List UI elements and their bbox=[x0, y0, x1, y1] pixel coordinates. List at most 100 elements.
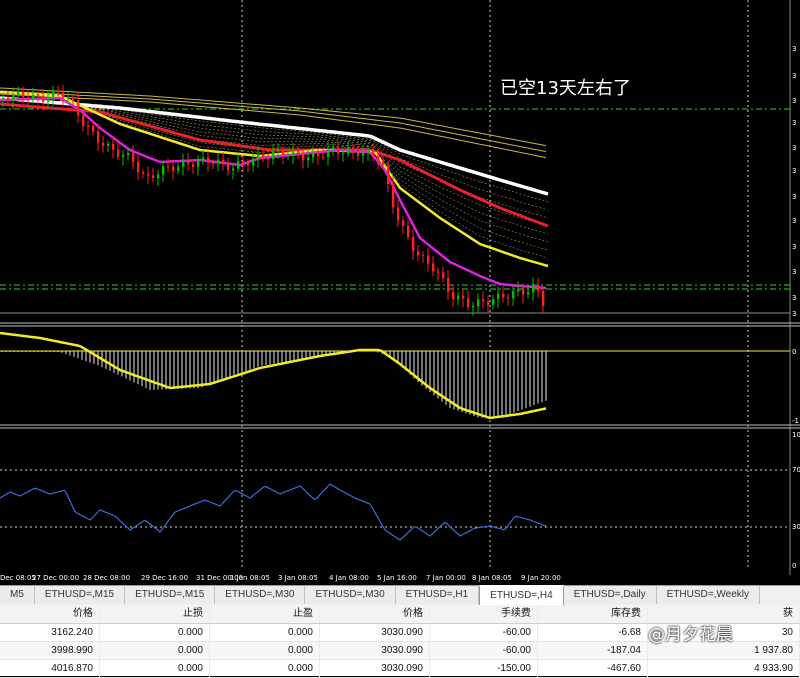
header-cell[interactable]: 价格 bbox=[0, 605, 100, 623]
candle-body bbox=[212, 162, 215, 164]
price-chart[interactable]: Dec 08:0527 Dec 00:00 28 Dec 08:00 29 Dec … bbox=[0, 0, 800, 585]
tab-8[interactable]: ETHUSD=,Weekly bbox=[656, 586, 760, 604]
candle-body bbox=[147, 173, 150, 176]
candle-body bbox=[357, 149, 360, 156]
candle-body bbox=[202, 157, 205, 161]
candle-body bbox=[342, 153, 345, 155]
candle-body bbox=[507, 297, 510, 299]
candle-body bbox=[457, 295, 460, 300]
candle-body bbox=[347, 147, 350, 154]
table-cell: 4 933.90 bbox=[648, 660, 800, 677]
table-row[interactable]: 4016.870 0.000 0.000 3030.090 -150.00 -467.60… bbox=[0, 660, 800, 678]
candle-body bbox=[377, 156, 380, 161]
candle-body bbox=[312, 153, 315, 158]
candle-body bbox=[87, 125, 90, 127]
table-cell: 0.000 bbox=[100, 660, 210, 677]
header-cell[interactable]: 库存费 bbox=[538, 605, 648, 623]
candle-body bbox=[112, 143, 115, 150]
candle-body bbox=[232, 168, 235, 171]
chart-area[interactable]: Dec 08:05 27 Dec 00:00 28 Dec 08:00 29 Dec … bbox=[0, 0, 800, 585]
tab-6[interactable]: ETHUSD=,H4 bbox=[479, 585, 564, 605]
rsi-line bbox=[0, 483, 547, 541]
candle-body bbox=[417, 251, 420, 256]
candle-body bbox=[177, 166, 180, 171]
candle-body bbox=[2, 97, 5, 99]
header-cell[interactable]: 价格 bbox=[320, 605, 430, 623]
chart-annotation: 已空13天左右了 bbox=[500, 78, 631, 99]
table-cell: 3030.090 bbox=[320, 642, 430, 659]
candle-body bbox=[477, 299, 480, 307]
header-cell[interactable]: 止盈 bbox=[210, 605, 320, 623]
y-axis-label-5: 3 bbox=[792, 167, 796, 175]
tab-4[interactable]: ETHUSD=,M30 bbox=[305, 586, 396, 604]
candle-body bbox=[437, 271, 440, 273]
y-axis-label-10: 3 bbox=[792, 294, 796, 302]
table-cell: 0.000 bbox=[210, 642, 320, 659]
candle-body bbox=[182, 160, 185, 167]
candle-body bbox=[27, 97, 30, 100]
candle-body bbox=[537, 285, 540, 291]
y-axis-label-3: 3 bbox=[792, 119, 796, 127]
candle-body bbox=[432, 263, 435, 272]
tab-0[interactable]: M5 bbox=[0, 586, 35, 604]
candle-body bbox=[472, 306, 475, 308]
candle-body bbox=[262, 154, 265, 159]
table-cell: 0.000 bbox=[100, 624, 210, 641]
table-cell: -6.68 bbox=[538, 624, 648, 641]
candle-body bbox=[392, 183, 395, 208]
candle-body bbox=[107, 143, 110, 146]
candle-body bbox=[57, 90, 60, 93]
candle-body bbox=[192, 164, 195, 167]
y-axis-label-11: 3 bbox=[792, 310, 796, 318]
table-cell: 3030.090 bbox=[320, 660, 430, 677]
table-cell: 3998.990 bbox=[0, 642, 100, 659]
candle-body bbox=[12, 95, 15, 101]
candle-body bbox=[67, 97, 70, 99]
candle-body bbox=[522, 289, 525, 295]
x-axis-label-7: 4 Jan 08:00 bbox=[329, 574, 369, 582]
candle-body bbox=[102, 142, 105, 146]
header-cell[interactable]: 手续费 bbox=[430, 605, 538, 623]
candle-body bbox=[407, 225, 410, 237]
candle-body bbox=[152, 175, 155, 179]
candle-body bbox=[237, 161, 240, 169]
tab-2[interactable]: ETHUSD=,M15 bbox=[125, 586, 216, 604]
candle-body bbox=[37, 94, 40, 96]
candle-body bbox=[372, 150, 375, 157]
candle-body bbox=[117, 149, 120, 157]
candle-body bbox=[532, 285, 535, 293]
candle-body bbox=[462, 295, 465, 299]
tab-3[interactable]: ETHUSD=,M30 bbox=[215, 586, 306, 604]
candle-body bbox=[527, 292, 530, 295]
candle-body bbox=[97, 131, 100, 143]
tab-1[interactable]: ETHUSD=,M15 bbox=[34, 586, 126, 604]
candle-body bbox=[42, 95, 45, 102]
table-cell: 3030.090 bbox=[320, 624, 430, 641]
tab-7[interactable]: ETHUSD=,Daily bbox=[563, 586, 657, 604]
header-cell[interactable]: 止损 bbox=[100, 605, 210, 623]
candle-body bbox=[272, 151, 275, 159]
candle-body bbox=[47, 98, 50, 102]
candle-body bbox=[497, 293, 500, 299]
candle-body bbox=[482, 299, 485, 302]
candle-body bbox=[422, 255, 425, 257]
x-axis-label-5: 1 Jan 08:05 bbox=[230, 574, 270, 582]
tab-5[interactable]: ETHUSD=,H1 bbox=[395, 586, 480, 604]
candle-body bbox=[452, 291, 455, 300]
candle-body bbox=[257, 154, 260, 159]
candle-body bbox=[447, 277, 450, 292]
candle-body bbox=[157, 174, 160, 179]
candle-body bbox=[137, 161, 140, 173]
x-axis-label-1: 27 Dec 00:00 bbox=[32, 574, 79, 582]
candle-body bbox=[327, 149, 330, 157]
candle-body bbox=[292, 150, 295, 156]
table-cell: 4016.870 bbox=[0, 660, 100, 677]
candle-body bbox=[127, 152, 130, 155]
candle-body bbox=[62, 92, 65, 98]
candle-body bbox=[542, 290, 545, 306]
candle-body bbox=[502, 293, 505, 298]
y-axis-label-4: 3 bbox=[792, 144, 796, 152]
candle-body bbox=[402, 220, 405, 226]
y-axis-label-2: 3 bbox=[792, 97, 796, 105]
candle-body bbox=[132, 152, 135, 162]
